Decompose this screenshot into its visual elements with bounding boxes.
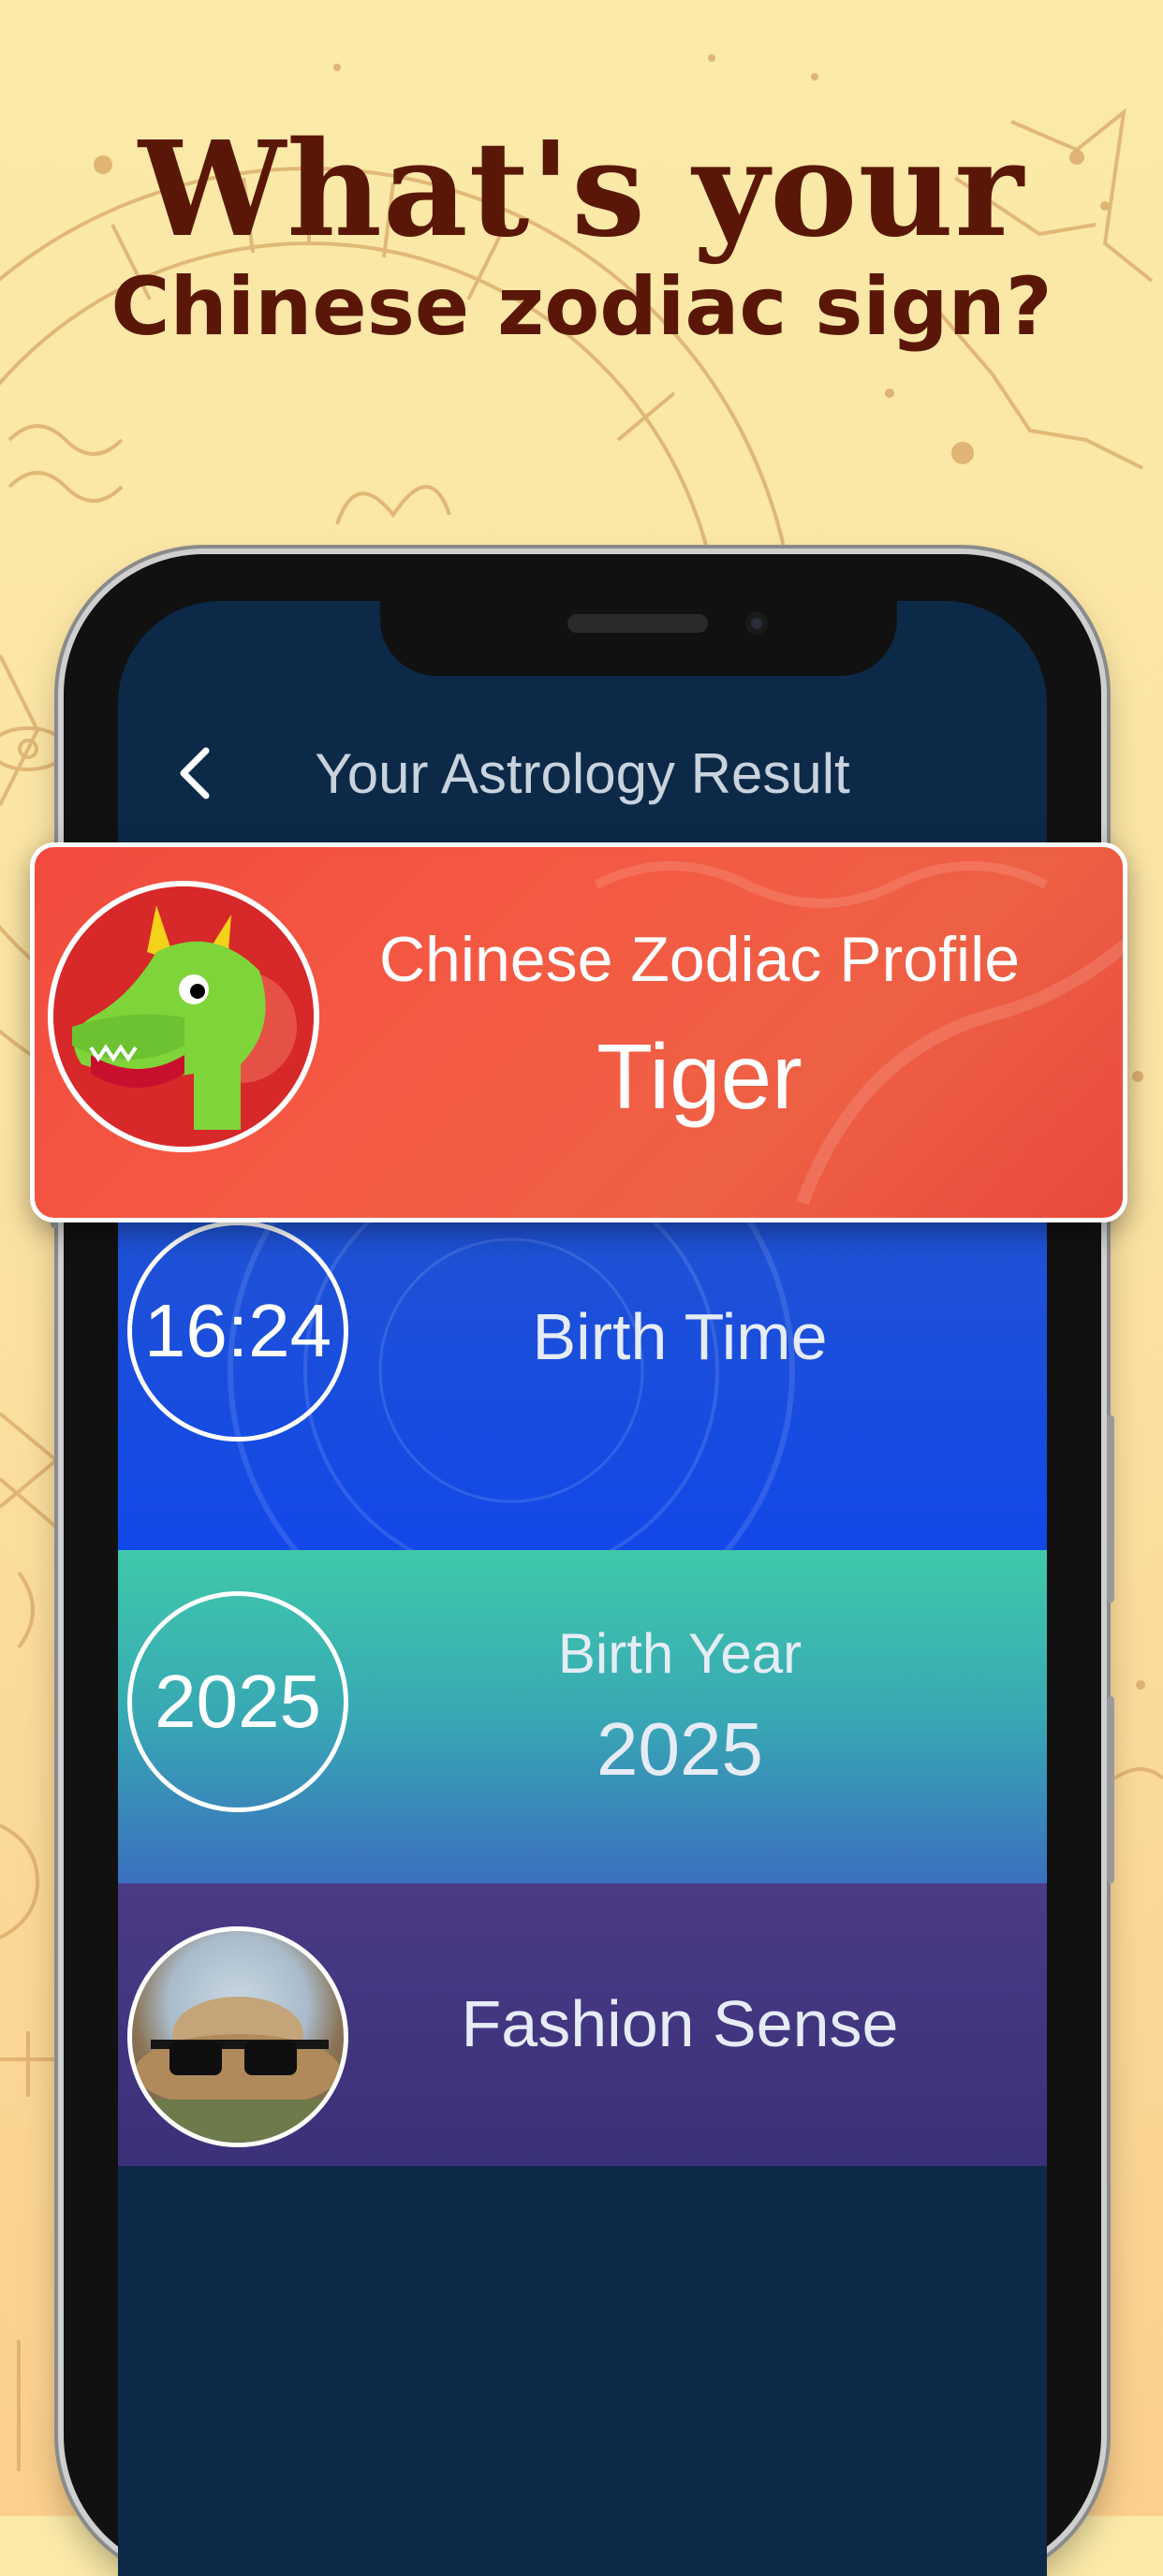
fashion-sense-label: Fashion Sense: [461, 1987, 899, 2060]
dragon-icon: [53, 886, 314, 1147]
phone-side-button: [1107, 1696, 1114, 1883]
headline-line-2: Chinese zodiac sign?: [110, 260, 1053, 354]
front-camera: [745, 612, 768, 635]
birth-year-value: 2025: [596, 1707, 763, 1791]
zodiac-sign-value: Tiger: [596, 1025, 802, 1128]
chinese-zodiac-profile-card[interactable]: Chinese Zodiac Profile Tiger: [30, 842, 1127, 1222]
sunglasses-hat-photo: [132, 1997, 344, 2143]
birth-time-label: Birth Time: [532, 1300, 828, 1373]
birth-year-circle: 2025: [127, 1591, 348, 1812]
birth-time-row[interactable]: 16:24 Birth Time: [118, 1221, 1047, 1550]
dragon-avatar: [48, 881, 319, 1152]
speaker-grille: [567, 614, 708, 633]
headline-line-1: What's your: [138, 113, 1025, 267]
birth-time-circle: 16:24: [127, 1221, 348, 1442]
phone-notch: [380, 601, 897, 676]
phone-side-button: [1107, 1415, 1114, 1603]
fashion-image: [127, 1926, 348, 2147]
screen-title: Your Astrology Result: [315, 742, 850, 805]
profile-card-title: Chinese Zodiac Profile: [378, 924, 1021, 995]
birth-year-label: Birth Year: [557, 1622, 802, 1685]
fashion-sense-row[interactable]: Fashion Sense: [118, 1883, 1047, 2166]
birth-year-row[interactable]: 2025 Birth Year 2025: [118, 1550, 1047, 1883]
